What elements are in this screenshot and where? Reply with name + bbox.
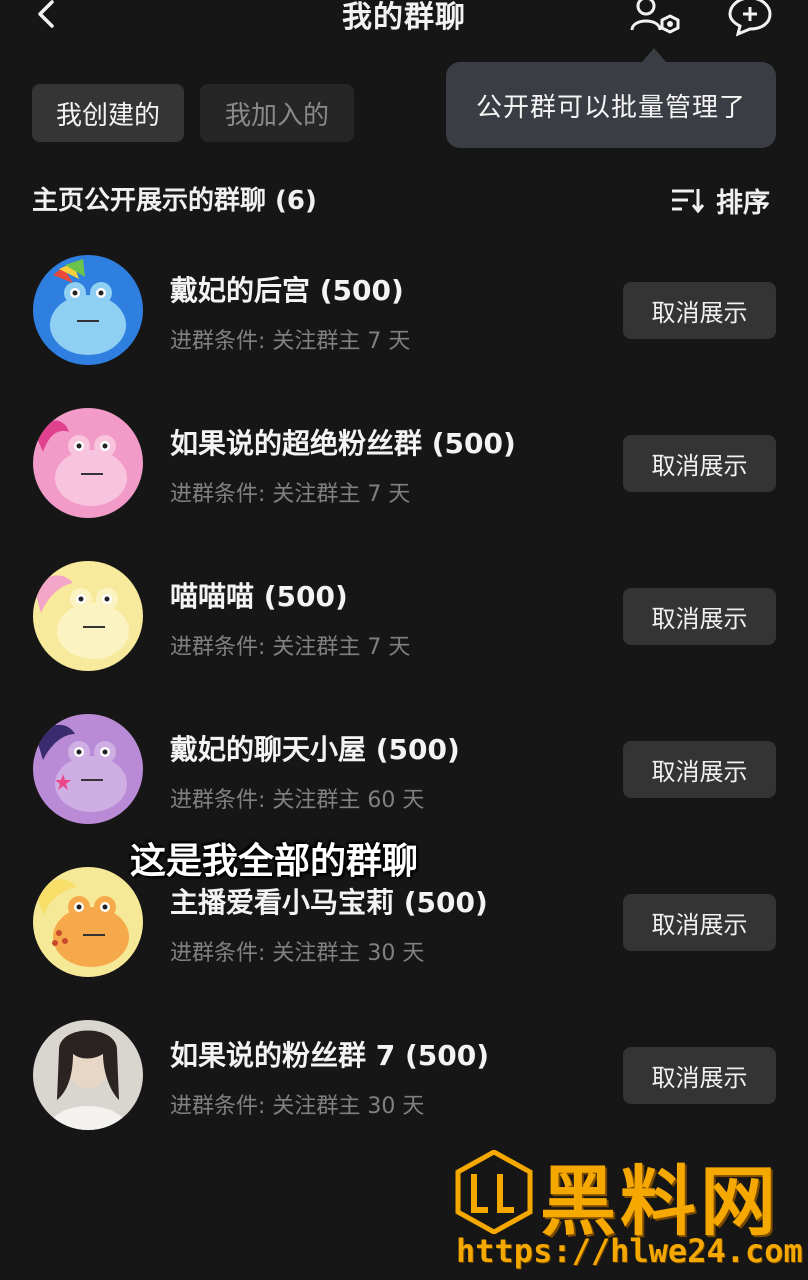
list-item[interactable]: 如果说的超绝粉丝群 (500) 进群条件: 关注群主 7 天 取消展示 [0, 408, 808, 538]
group-name: 主播爱看小马宝莉 (500) [170, 886, 488, 919]
list-item[interactable]: 如果说的粉丝群 7 (500) 进群条件: 关注群主 30 天 取消展示 [0, 1020, 808, 1150]
group-name: 如果说的超绝粉丝群 (500) [170, 427, 516, 460]
list-item[interactable]: 戴妃的聊天小屋 (500) 进群条件: 关注群主 60 天 取消展示 [0, 714, 808, 844]
list-item[interactable]: 喵喵喵 (500) 进群条件: 关注群主 7 天 取消展示 [0, 561, 808, 691]
group-condition: 进群条件: 关注群主 30 天 [170, 1094, 425, 1119]
group-avatar[interactable] [33, 1020, 143, 1130]
watermark-logo-icon [455, 1150, 533, 1234]
overlay-caption: 这是我全部的群聊 [130, 841, 419, 882]
list-item[interactable]: 主播爱看小马宝莉 (500) 进群条件: 关注群主 30 天 取消展示 [0, 867, 808, 997]
group-condition: 进群条件: 关注群主 60 天 [170, 788, 425, 813]
watermark-url: https://hlwe24.com [456, 1232, 803, 1270]
group-name: 喵喵喵 (500) [170, 580, 348, 613]
group-avatar[interactable] [33, 561, 143, 671]
group-condition: 进群条件: 关注群主 7 天 [170, 329, 411, 354]
group-avatar[interactable] [33, 408, 143, 518]
group-condition: 进群条件: 关注群主 30 天 [170, 941, 425, 966]
page-title: 我的群聊 [342, 0, 466, 35]
group-avatar[interactable] [33, 714, 143, 824]
group-avatar[interactable] [33, 255, 143, 365]
cancel-display-button[interactable]: 取消展示 [623, 282, 776, 339]
tab-joined[interactable]: 我加入的 [200, 84, 354, 142]
sort-icon [672, 189, 705, 214]
group-avatar[interactable] [33, 867, 143, 977]
cancel-display-button[interactable]: 取消展示 [623, 894, 776, 951]
top-bar: 我的群聊 [0, 0, 808, 40]
cancel-display-button[interactable]: 取消展示 [623, 435, 776, 492]
add-chat-icon[interactable] [724, 0, 776, 38]
sort-label: 排序 [716, 187, 770, 219]
group-name: 戴妃的后宫 (500) [170, 274, 404, 307]
tab-created[interactable]: 我创建的 [32, 84, 184, 142]
group-condition: 进群条件: 关注群主 7 天 [170, 482, 411, 507]
group-settings-icon[interactable] [626, 0, 686, 38]
section-title: 主页公开展示的群聊 (6) [32, 186, 317, 216]
group-name: 戴妃的聊天小屋 (500) [170, 733, 460, 766]
cancel-display-button[interactable]: 取消展示 [623, 741, 776, 798]
cancel-display-button[interactable]: 取消展示 [623, 588, 776, 645]
tooltip-arrow [642, 48, 666, 62]
batch-manage-tooltip[interactable]: 公开群可以批量管理了 [446, 62, 776, 148]
group-name: 如果说的粉丝群 7 (500) [170, 1039, 490, 1072]
cancel-display-button[interactable]: 取消展示 [623, 1047, 776, 1104]
sort-button[interactable]: 排序 [670, 180, 770, 220]
list-item[interactable]: 戴妃的后宫 (500) 进群条件: 关注群主 7 天 取消展示 [0, 255, 808, 385]
group-condition: 进群条件: 关注群主 7 天 [170, 635, 411, 660]
